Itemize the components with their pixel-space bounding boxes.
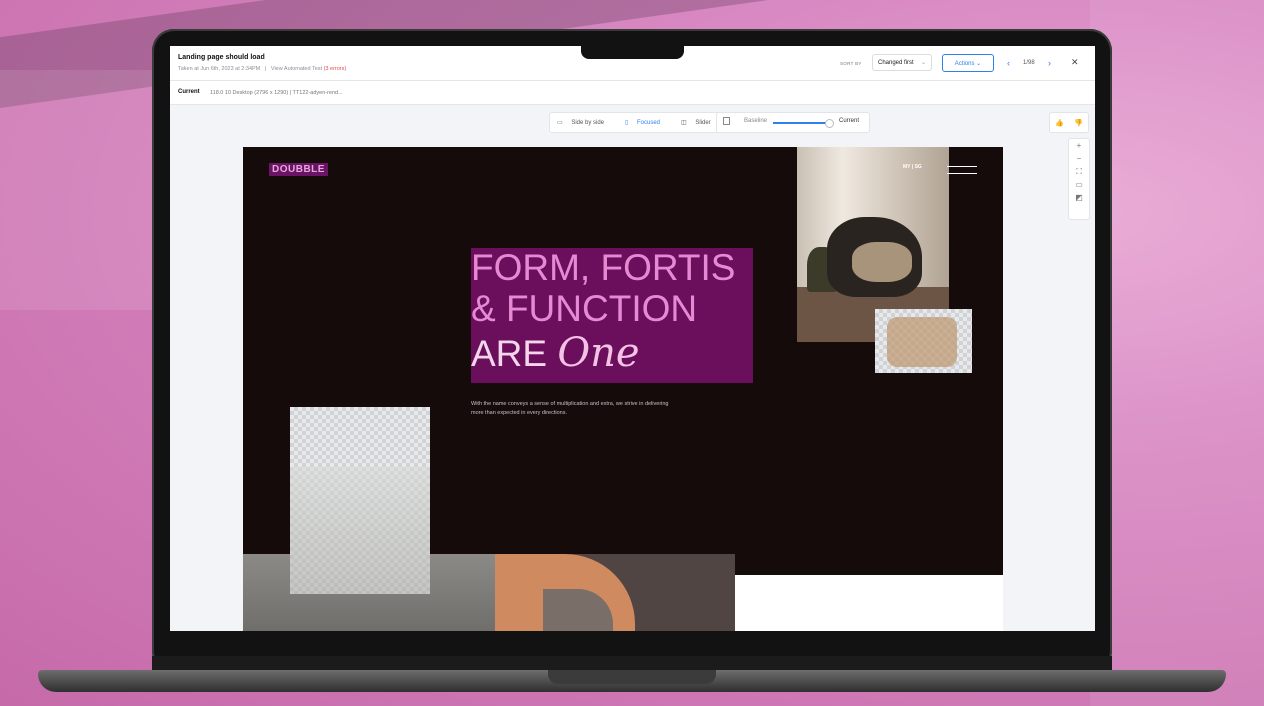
diff-overlay [887, 317, 957, 367]
hero-are: ARE [471, 333, 548, 374]
actions-label: Actions [954, 61, 975, 67]
camera-notch [581, 46, 684, 59]
hero-script: One [557, 330, 640, 376]
side-by-side-button[interactable]: ▭ Side by side [550, 119, 618, 126]
hero-headline: FORM, FORTIS & FUNCTION ARE One [471, 248, 753, 383]
diff-image-left [290, 407, 430, 594]
focused-button[interactable]: ▯ Focused [618, 119, 674, 126]
side-by-side-label: Side by side [571, 120, 605, 126]
close-icon[interactable]: ✕ [1071, 57, 1079, 68]
chevron-down-icon: ⌄ [920, 60, 926, 66]
actions-button[interactable]: Actions ⌄ [942, 54, 994, 72]
hero-line-1: FORM, FORTIS [471, 247, 736, 288]
sub-header: Current 118.0 10 Desktop (2796 x 1290) |… [170, 81, 1095, 105]
chevron-down-icon: ⌄ [976, 61, 982, 67]
taken-at: Taken at Jun 6th, 2023 at 2:34PM [178, 66, 261, 72]
hero-line-2: & FUNCTION [471, 288, 698, 329]
sort-select[interactable]: Changed first ⌄ [872, 54, 932, 71]
split-view-icon[interactable] [723, 117, 730, 125]
chair-cushion [852, 242, 912, 282]
hero-line-3: ARE One [471, 333, 640, 374]
bottom-image-arch [495, 554, 735, 631]
bg-band [1090, 0, 1264, 706]
chevron-left-icon[interactable]: ‹ [1007, 58, 1010, 68]
comparison-slider-handle[interactable] [825, 119, 834, 128]
baseline-label: Baseline [744, 118, 768, 124]
comparison-slider-track[interactable] [773, 122, 827, 124]
hamburger-menu-icon[interactable] [947, 166, 977, 174]
diff-overlay [290, 467, 430, 594]
thumbs-up-icon[interactable]: 👍 [1055, 119, 1064, 127]
laptop-groove [548, 670, 716, 684]
sort-by-label: SORT BY [840, 61, 862, 66]
thumbs-down-icon[interactable]: 👎 [1074, 119, 1083, 127]
current-label: Current [178, 89, 200, 95]
app-screen: Landing page should load Taken at Jun 6t… [170, 46, 1095, 631]
snapshot-meta: Taken at Jun 6th, 2023 at 2:34PM | View … [178, 66, 346, 72]
current-slider-label: Current [839, 118, 860, 124]
focused-label: Focused [637, 120, 661, 126]
page-title: Landing page should load [178, 54, 265, 61]
slider-label: Slider [695, 120, 711, 126]
folder-icon[interactable]: ▭ [1069, 178, 1089, 191]
compare-icon[interactable]: ◩ [1069, 191, 1089, 204]
site-logo[interactable]: DOUBBLE [269, 163, 328, 176]
zoom-toolbar: + − ⛶ ▭ ◩ [1068, 138, 1090, 220]
baseline-slider-control: Baseline Current [716, 112, 870, 133]
plus-icon[interactable]: + [1069, 139, 1089, 152]
chevron-right-icon[interactable]: › [1048, 58, 1051, 68]
view-test-link[interactable]: View Automated Test [271, 66, 322, 72]
region-switcher[interactable]: MY | SG [903, 164, 922, 170]
bg-band [0, 70, 160, 310]
errors-link[interactable]: (3 errors) [324, 66, 347, 72]
fit-icon[interactable]: ⛶ [1069, 165, 1089, 178]
white-panel [735, 575, 1003, 631]
view-mode-toolbar: ▭ Side by side ▯ Focused ◫ Slider [549, 112, 726, 133]
diff-image-right [875, 309, 972, 373]
website-snapshot: DOUBBLE MY | SG FORM, FORTIS & FUNCTION … [243, 147, 1003, 631]
minus-icon[interactable]: − [1069, 152, 1089, 165]
sort-value: Changed first [878, 60, 914, 66]
hero-description: With the name conveys a sense of multipl… [471, 401, 669, 416]
review-buttons: 👍 👎 [1049, 112, 1089, 133]
snapshot-counter: 1/98 [1023, 60, 1035, 66]
environment-info: 118.0 10 Desktop (2796 x 1290) | TT122-a… [210, 90, 343, 96]
separator: | [264, 66, 267, 72]
